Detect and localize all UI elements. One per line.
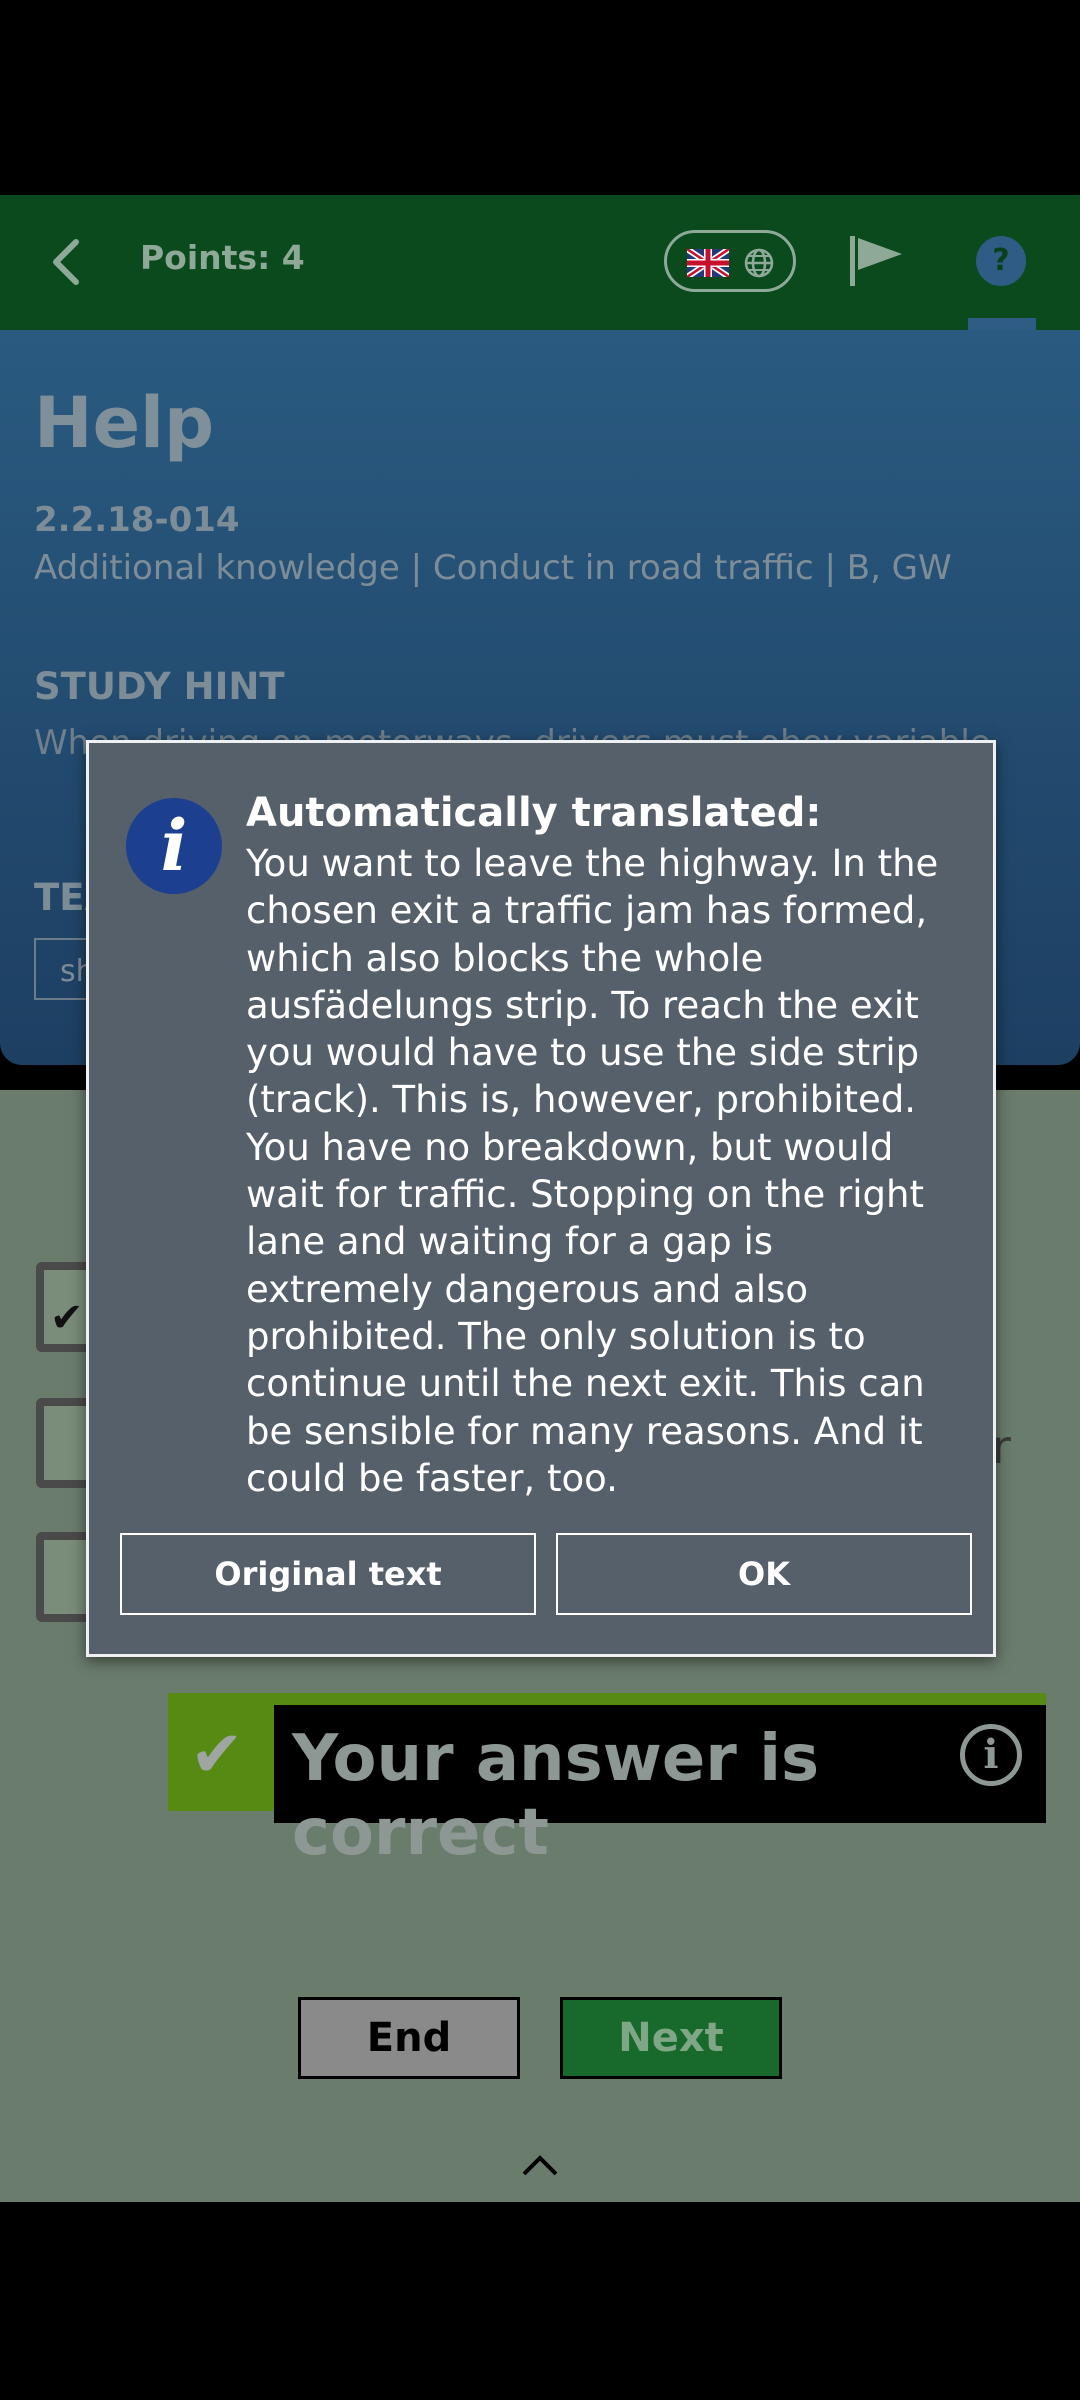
question-code: 2.2.18-014 <box>34 500 240 540</box>
check-icon: ✔ <box>190 1718 244 1792</box>
globe-icon <box>744 248 774 278</box>
info-icon: i <box>126 798 222 894</box>
dialog-title: Automatically translated: <box>246 790 822 836</box>
chevron-up-icon[interactable] <box>520 2150 560 2180</box>
question-category: Additional knowledge | Conduct in road t… <box>34 548 952 588</box>
back-arrow-icon[interactable] <box>42 232 92 292</box>
language-selector[interactable] <box>664 230 796 292</box>
end-button[interactable]: End <box>298 1997 520 2079</box>
checkmark-icon: ✔ <box>50 1295 84 1341</box>
active-tab-indicator <box>968 318 1036 330</box>
help-title: Help <box>34 382 215 464</box>
study-hint-heading: STUDY HINT <box>34 665 285 708</box>
next-button[interactable]: Next <box>560 1997 782 2079</box>
uk-flag-icon <box>687 249 729 277</box>
info-icon[interactable]: i <box>960 1724 1022 1786</box>
flag-icon[interactable] <box>848 234 904 288</box>
dialog-message: You want to leave the highway. In the ch… <box>246 842 939 1500</box>
original-text-button[interactable]: Original text <box>120 1533 536 1615</box>
help-icon[interactable]: ? <box>976 236 1026 286</box>
points-label: Points: 4 <box>140 238 305 277</box>
ok-button[interactable]: OK <box>556 1533 972 1615</box>
